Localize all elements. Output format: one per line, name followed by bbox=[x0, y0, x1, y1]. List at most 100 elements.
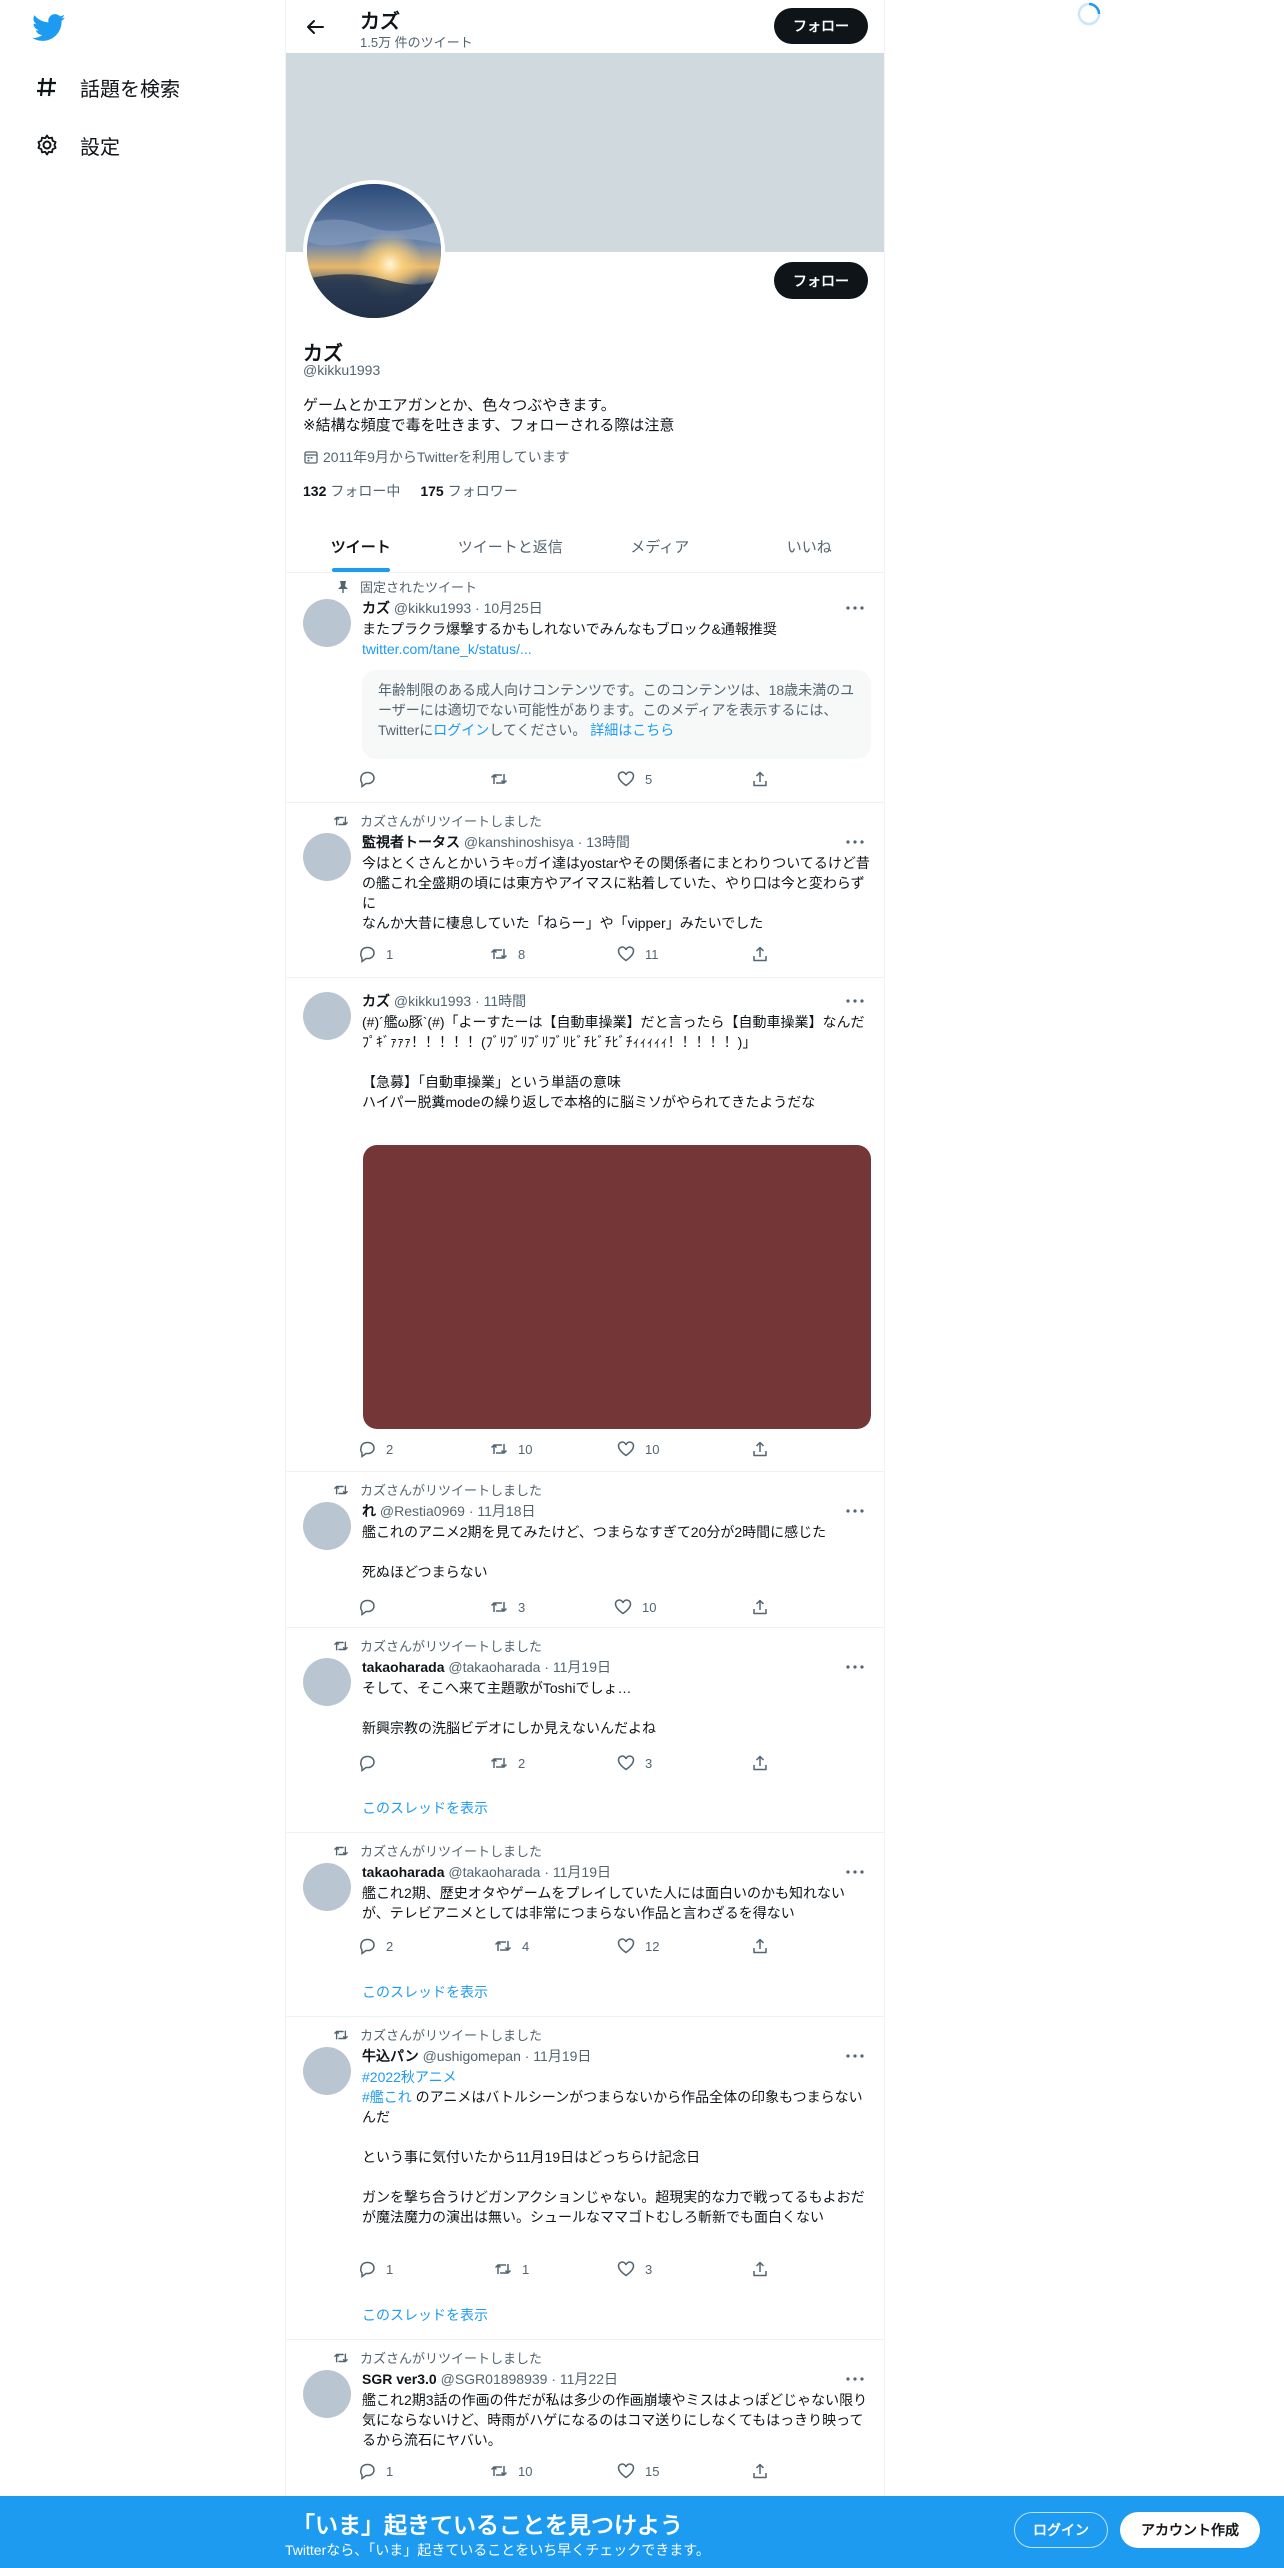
retweet-button[interactable]: 10 bbox=[490, 2462, 532, 2480]
reply-button[interactable]: 2 bbox=[358, 1440, 393, 1458]
reply-button[interactable]: 2 bbox=[358, 1937, 393, 1955]
author-name[interactable]: れ bbox=[362, 1503, 376, 1519]
show-thread-link[interactable]: このスレッドを表示 bbox=[362, 1982, 488, 2002]
reply-button[interactable] bbox=[358, 1598, 386, 1616]
more-icon[interactable] bbox=[843, 1502, 867, 1520]
share-button[interactable] bbox=[751, 1598, 779, 1616]
avatar[interactable] bbox=[303, 1863, 351, 1911]
tweet-actions: 2 3 bbox=[360, 1754, 802, 1774]
share-button[interactable] bbox=[751, 945, 779, 963]
reply-count: 2 bbox=[386, 1441, 394, 1457]
avatar[interactable] bbox=[303, 599, 351, 647]
tweet[interactable]: カズさんがリツイートしました 監視者トータス @kanshinoshisya ·… bbox=[286, 803, 884, 978]
share-button[interactable] bbox=[751, 2260, 779, 2278]
profile-bio: ゲームとかエアガンとか、色々つぶやきます。 ※結構な頻度で毒を吐きます、フォロー… bbox=[303, 397, 675, 434]
author-name[interactable]: カズ bbox=[362, 993, 390, 1009]
profile-handle: @kikku1993 bbox=[303, 362, 381, 378]
tweet[interactable]: カズさんがリツイートしました takaoharada @takaoharada … bbox=[286, 1833, 884, 2017]
more-icon[interactable] bbox=[843, 833, 867, 851]
avatar[interactable] bbox=[303, 833, 351, 881]
tab-media[interactable]: メディア bbox=[585, 520, 735, 572]
sidebar-item-settings[interactable]: 設定 bbox=[34, 125, 120, 165]
tweet-text: (#)´艦ω豚`(#)「よーすたーは【自動車操業】だと言ったら【自動車操業】なん… bbox=[362, 1014, 865, 1110]
avatar[interactable] bbox=[303, 2370, 351, 2418]
retweet-button[interactable] bbox=[490, 770, 518, 788]
like-button[interactable]: 15 bbox=[617, 2462, 659, 2480]
share-button[interactable] bbox=[751, 1937, 779, 1955]
learn-more-link[interactable]: 詳細はこちら bbox=[590, 722, 674, 738]
more-icon[interactable] bbox=[843, 2370, 867, 2388]
show-thread-link[interactable]: このスレッドを表示 bbox=[362, 1798, 488, 1818]
followers-link[interactable]: 175 フォロワー bbox=[420, 481, 517, 501]
tweet-text-body: のアニメはバトルシーンがつまらないから作品全体の印象もつまらないんだ という事に… bbox=[362, 2089, 865, 2225]
tab-tweets-replies[interactable]: ツイートと返信 bbox=[436, 520, 586, 572]
login-button[interactable]: ログイン bbox=[1014, 2512, 1108, 2548]
tweet[interactable]: 固定されたツイート カズ @kikku1993 · 10月25日 またプラクラ爆… bbox=[286, 573, 884, 803]
retweet-button[interactable]: 2 bbox=[490, 1754, 525, 1772]
author-meta: @takaoharada · 11月19日 bbox=[448, 1659, 611, 1675]
avatar[interactable] bbox=[303, 1502, 351, 1550]
reply-icon bbox=[358, 1937, 376, 1955]
tweet-link[interactable]: twitter.com/tane_k/status/... bbox=[362, 639, 872, 659]
profile-follow-button[interactable]: フォロー bbox=[774, 262, 868, 299]
like-button[interactable]: 3 bbox=[617, 2260, 652, 2278]
author-name[interactable]: SGR ver3.0 bbox=[362, 2371, 437, 2387]
tweet[interactable]: カズ @kikku1993 · 11時間 (#)´艦ω豚`(#)「よーすたーは【… bbox=[286, 978, 884, 1472]
like-button[interactable]: 3 bbox=[617, 1754, 652, 1772]
login-link[interactable]: ログイン bbox=[433, 722, 489, 738]
hashtag-link[interactable]: #2022秋アニメ bbox=[362, 2067, 872, 2087]
more-icon[interactable] bbox=[843, 2047, 867, 2065]
hashtag-link[interactable]: #艦これ bbox=[362, 2089, 412, 2105]
retweet-button[interactable]: 3 bbox=[490, 1598, 525, 1616]
following-link[interactable]: 132 フォロー中 bbox=[303, 481, 400, 501]
reply-icon bbox=[358, 1440, 376, 1458]
share-button[interactable] bbox=[751, 770, 779, 788]
author-name[interactable]: 監視者トータス bbox=[362, 834, 460, 850]
author-name[interactable]: takaoharada bbox=[362, 1864, 444, 1880]
reply-button[interactable] bbox=[358, 770, 386, 788]
retweet-button[interactable]: 8 bbox=[490, 945, 525, 963]
profile-avatar[interactable] bbox=[303, 180, 445, 322]
share-button[interactable] bbox=[751, 1440, 779, 1458]
author-name[interactable]: 牛込パン bbox=[362, 2048, 419, 2064]
retweet-button[interactable]: 4 bbox=[494, 1937, 529, 1955]
retweet-button[interactable]: 1 bbox=[494, 2260, 529, 2278]
reply-button[interactable] bbox=[358, 1754, 386, 1772]
retweet-button[interactable]: 10 bbox=[490, 1440, 532, 1458]
tweet-header: カズ @kikku1993 · 11時間 bbox=[362, 991, 526, 1011]
like-button[interactable]: 10 bbox=[614, 1598, 656, 1616]
like-button[interactable]: 5 bbox=[617, 770, 652, 788]
tweet[interactable]: カズさんがリツイートしました 牛込パン @ushigomepan · 11月19… bbox=[286, 2017, 884, 2340]
show-thread-link[interactable]: このスレッドを表示 bbox=[362, 2305, 488, 2325]
reply-button[interactable]: 1 bbox=[358, 945, 393, 963]
tweet[interactable]: カズさんがリツイートしました takaoharada @takaoharada … bbox=[286, 1628, 884, 1833]
author-name[interactable]: カズ bbox=[362, 600, 390, 616]
author-name[interactable]: takaoharada bbox=[362, 1659, 444, 1675]
tweet-media[interactable] bbox=[363, 1145, 871, 1429]
sidebar-item-explore[interactable]: 話題を検索 bbox=[34, 67, 180, 107]
reply-button[interactable]: 1 bbox=[358, 2260, 393, 2278]
tab-tweets[interactable]: ツイート bbox=[286, 520, 436, 572]
back-arrow-icon[interactable] bbox=[300, 12, 330, 42]
more-icon[interactable] bbox=[843, 992, 867, 1010]
share-button[interactable] bbox=[751, 2462, 779, 2480]
avatar[interactable] bbox=[303, 2047, 351, 2095]
avatar[interactable] bbox=[303, 1658, 351, 1706]
reply-button[interactable]: 1 bbox=[358, 2462, 393, 2480]
tweet[interactable]: カズさんがリツイートしました SGR ver3.0 @SGR01898939 ·… bbox=[286, 2340, 884, 2500]
share-button[interactable] bbox=[751, 1754, 779, 1772]
signup-bar-title: 「いま」起きていることを見つけよう bbox=[292, 2512, 683, 2538]
tweet[interactable]: カズさんがリツイートしました れ @Restia0969 · 11月18日 艦こ… bbox=[286, 1472, 884, 1628]
create-account-button[interactable]: アカウント作成 bbox=[1120, 2512, 1260, 2548]
twitter-bird-icon[interactable] bbox=[32, 14, 66, 42]
more-icon[interactable] bbox=[843, 1863, 867, 1881]
like-button[interactable]: 10 bbox=[617, 1440, 659, 1458]
avatar[interactable] bbox=[303, 992, 351, 1040]
like-button[interactable]: 12 bbox=[617, 1937, 659, 1955]
like-button[interactable]: 11 bbox=[617, 945, 659, 963]
header-follow-button[interactable]: フォロー bbox=[774, 8, 868, 44]
more-icon[interactable] bbox=[843, 599, 867, 617]
like-count: 11 bbox=[645, 946, 659, 962]
more-icon[interactable] bbox=[843, 1658, 867, 1676]
tab-likes[interactable]: いいね bbox=[735, 520, 885, 572]
